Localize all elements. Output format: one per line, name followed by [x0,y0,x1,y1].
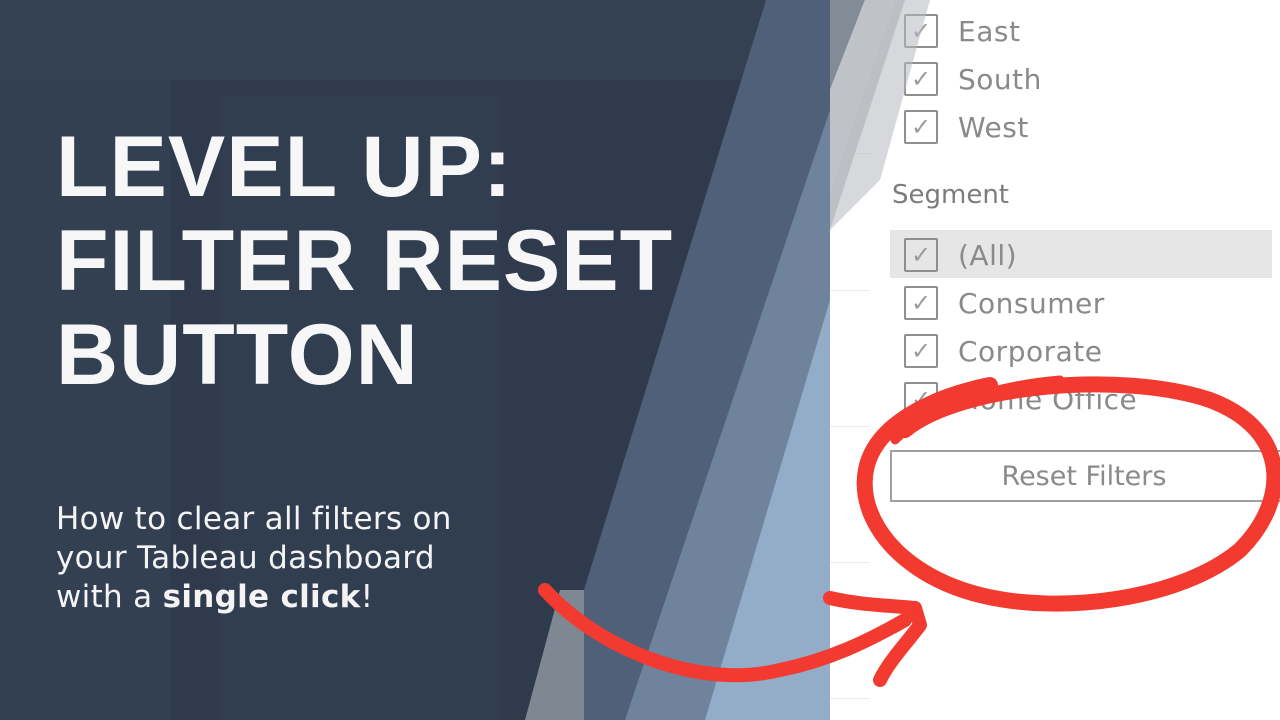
subtitle-line: How to clear all filters on [56,501,452,537]
headline-line: BUTTON [56,307,419,403]
subtitle: How to clear all filters on your Tableau… [56,500,452,617]
background-tone-block [0,0,830,80]
headline: LEVEL UP: FILTER RESET BUTTON [56,120,673,402]
subtitle-text: ! [360,579,374,615]
subtitle-text: with a [56,579,163,615]
headline-line: FILTER RESET [56,213,674,309]
headline-line: LEVEL UP: [56,119,513,215]
thumbnail-canvas: ✓ East ✓ South ✓ West Segment ✓ (All) ✓ … [0,0,1280,720]
subtitle-emphasis: single click [162,579,361,615]
subtitle-line: with a single click! [56,578,452,617]
subtitle-line: your Tableau dashboard [56,540,435,576]
